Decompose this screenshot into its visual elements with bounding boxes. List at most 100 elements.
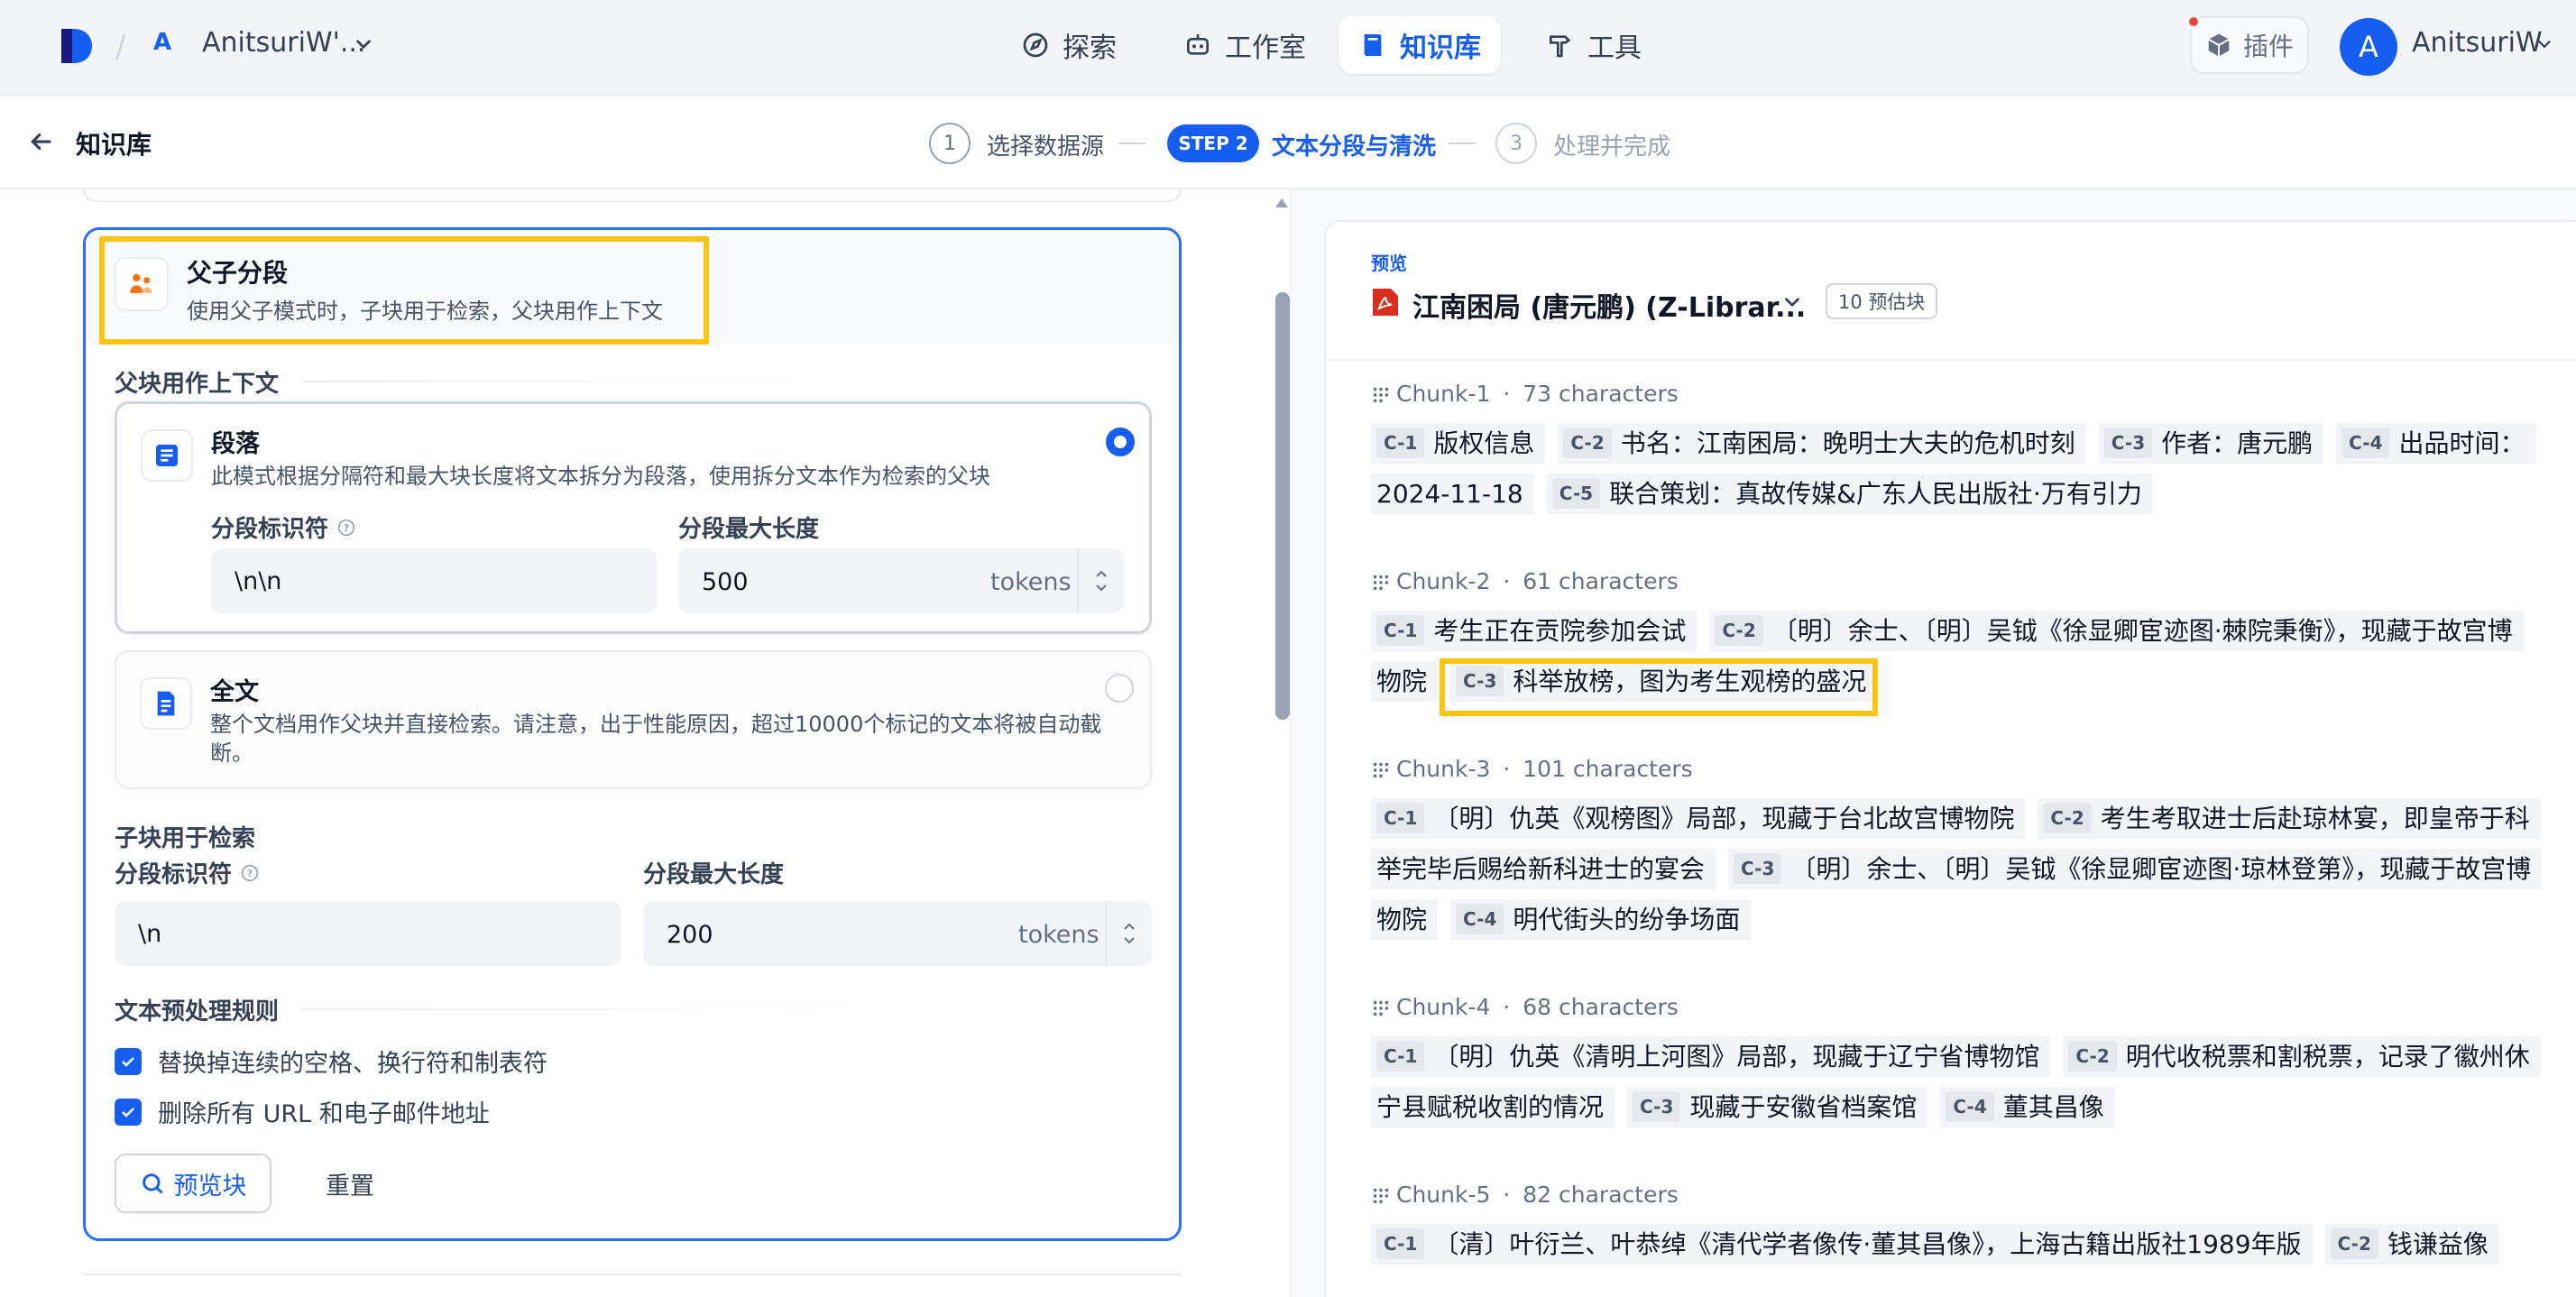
chunk-body: C-1 〔明〕仇英《清明上河图》局部，现藏于辽宁省博物馆 C-2 明代收税票和割税票，… [1371,1032,2541,1133]
chevron-down-icon[interactable] [1780,290,1804,314]
pdf-file-icon [1373,289,1398,316]
child-chunk-segment[interactable]: C-2 书名：江南困局：晚明士大夫的危机时刻 [1558,423,2086,464]
workspace-avatar[interactable]: A [153,29,171,56]
paragraph-option-card[interactable]: 段落 此模式根据分隔符和最大块长度将文本拆分为段落，使用拆分文本作为检索的父块 … [115,401,1152,634]
chunk-char-count: 73 characters [1523,381,1679,407]
child-chunk-segment[interactable]: C-1 〔明〕仇英《清明上河图》局部，现藏于辽宁省博物馆 [1371,1036,2051,1077]
user-avatar[interactable]: A [2340,18,2397,76]
section-divider [302,1008,861,1010]
child-chunk-segment[interactable]: C-4 董其昌像 [1940,1087,2115,1127]
parent-maxlen-value: 500 [702,568,749,596]
child-chunk-tag: C-2 [1715,615,1763,646]
child-chunk-tag: C-3 [1633,1091,1681,1122]
arrow-left-icon[interactable] [27,128,54,155]
estimated-chunks-badge: 10 预估块 [1826,283,1938,319]
paragraph-option-desc: 此模式根据分隔符和最大块长度将文本拆分为段落，使用拆分文本作为检索的父块 [211,464,990,489]
child-separator-label: 分段标识符 ? [115,856,259,889]
chevron-up-icon[interactable] [1094,567,1109,580]
preview-chunks-button[interactable]: 预览块 [115,1154,271,1213]
scroll-up-arrow-icon[interactable] [1274,197,1290,209]
parent-child-mode-card[interactable]: 父子分段 使用父子模式时，子块用于检索，父块用作上下文 父块用作上下文 段落 此… [83,227,1182,1241]
chunk-body: C-1 版权信息 C-2 书名：江南困局：晚明士大夫的危机时刻 C-3 作者：唐元鹏 C-4… [1371,419,2536,520]
cube-icon [2208,33,2230,57]
child-chunk-text: 钱谦益像 [2387,1229,2489,1259]
chunk-id: Chunk-4 [1396,994,1491,1020]
paragraph-radio[interactable] [1106,428,1135,456]
chevron-down-icon[interactable] [1094,582,1109,594]
child-maxlen-unit: tokens [1018,921,1099,949]
svg-text:?: ? [247,868,253,879]
parent-separator-input[interactable]: \n\n [211,548,657,613]
step-1-label: 选择数据源 [987,133,1105,161]
child-chunk-tag: C-5 [1551,478,1601,509]
child-chunk-segment[interactable]: C-2 钱谦益像 [2324,1224,2499,1265]
parent-separator-label: 分段标识符 ? [211,511,355,544]
child-chunk-tag: C-4 [1946,1091,1994,1122]
step-2-label: 文本分段与清洗 [1272,133,1437,161]
parent-maxlen-input[interactable]: 500 tokens [678,548,1124,613]
chunk-dot-separator: · [1495,568,1518,594]
rule-checkbox-whitespace[interactable] [115,1047,142,1075]
fulltext-option-card[interactable]: 全文 整个文档用作父块并直接检索。请注意，出于性能原因，超过10000个标记的文… [115,650,1152,789]
child-chunk-text: 明代街头的纷争场面 [1513,905,1741,934]
chunk-dot-separator: · [1495,1182,1518,1208]
child-chunk-segment[interactable]: C-1 考生正在贡院参加会试 [1371,611,1697,651]
child-chunk-segment[interactable]: C-4 明代街头的纷争场面 [1450,899,1752,940]
fulltext-desc-line-1: 整个文档用作父块并直接检索。请注意，出于性能原因，超过10000个标记的文本将被… [210,712,1102,737]
rule-row-url[interactable]: 删除所有 URL 和电子邮件地址 [115,1094,490,1129]
rule-checkbox-url[interactable] [115,1098,142,1126]
rule-label-whitespace: 替换掉连续的空格、换行符和制表符 [158,1050,547,1078]
chunk-header: Chunk-2 · 61 characters [1371,568,1679,594]
chunk-header: Chunk-3 · 101 characters [1371,756,1693,782]
config-scrollbar-thumb[interactable] [1275,292,1290,720]
step-2-number: STEP 2 [1167,124,1259,162]
help-circle-icon[interactable]: ? [337,519,355,537]
nav-studio[interactable]: 工作室 [1164,16,1326,74]
nav-tools[interactable]: 工具 [1526,16,1661,74]
chevron-up-icon[interactable] [1122,920,1136,933]
child-chunk-tag: C-3 [2103,428,2153,458]
child-chunk-tag: C-1 [1376,615,1425,646]
workspace-name[interactable]: AnitsuriW'... [202,27,365,59]
section-divider [1326,359,2576,361]
annotation-highlight [99,236,709,345]
dify-logo-icon[interactable] [56,27,96,65]
plugin-label: 插件 [2242,32,2294,61]
child-chunk-segment[interactable]: C-1 〔明〕仇英《观榜图》局部，现藏于台北故宫博物院 [1371,798,2026,839]
rule-row-whitespace[interactable]: 替换掉连续的空格、换行符和制表符 [115,1044,547,1079]
grid-dots-icon [1373,1000,1389,1016]
help-circle-icon[interactable]: ? [241,864,259,882]
nav-knowledge[interactable]: 知识库 [1339,16,1501,74]
steps-header: 知识库 1 选择数据源 STEP 2 文本分段与清洗 3 处理并完成 [0,96,2576,189]
child-chunk-segment[interactable]: C-1 〔清〕叶衍兰、叶恭绰《清代学者像传·董其昌像》，上海古籍出版社1989年版 [1371,1224,2313,1265]
child-maxlen-label: 分段最大长度 [643,861,785,888]
child-separator-input[interactable]: \n [115,901,621,966]
child-chunk-segment[interactable]: C-3 现藏于安徽省档案馆 [1627,1087,1928,1127]
step-connector [1118,143,1145,144]
child-maxlen-input[interactable]: 200 tokens [643,901,1152,966]
plugin-button[interactable]: 插件 [2190,16,2309,74]
knowledge-back-title[interactable]: 知识库 [76,125,152,161]
child-maxlen-stepper[interactable] [1105,901,1152,966]
nav-explore[interactable]: 探索 [1001,16,1136,74]
hammer-icon [1550,35,1570,58]
grid-dots-icon [1373,575,1389,590]
chevron-down-icon[interactable] [2535,34,2554,54]
parent-maxlen-unit: tokens [990,568,1072,596]
chunk-preview-card: 预览 江南困局 (唐元鹏) (Z-Librar... 10 预估块 Chunk-… [1324,220,2576,1297]
reset-button[interactable]: 重置 [300,1154,400,1213]
chevron-down-icon[interactable] [352,32,375,56]
parent-maxlen-stepper[interactable] [1077,548,1124,613]
fulltext-radio[interactable] [1105,674,1134,703]
child-chunk-tag: C-2 [2043,803,2092,833]
check-icon [122,1107,134,1118]
step-1-number: 1 [929,123,971,164]
chevron-down-icon[interactable] [1122,934,1136,947]
user-name[interactable]: AnitsuriW [2412,27,2543,59]
preview-file-name[interactable]: 江南困局 (唐元鹏) (Z-Librar... [1412,285,1806,325]
child-chunk-segment[interactable]: C-1 版权信息 [1371,423,1546,464]
child-chunk-segment[interactable]: C-3 作者：唐元鹏 [2098,423,2324,464]
child-chunk-segment[interactable]: C-5 联合策划：真故传媒&广东人民出版社·万有引力 [1546,474,2153,514]
chunk-body: C-1 〔清〕叶衍兰、叶恭绰《清代学者像传·董其昌像》，上海古籍出版社1989年版… [1371,1219,2536,1270]
paragraph-icon [141,429,193,482]
